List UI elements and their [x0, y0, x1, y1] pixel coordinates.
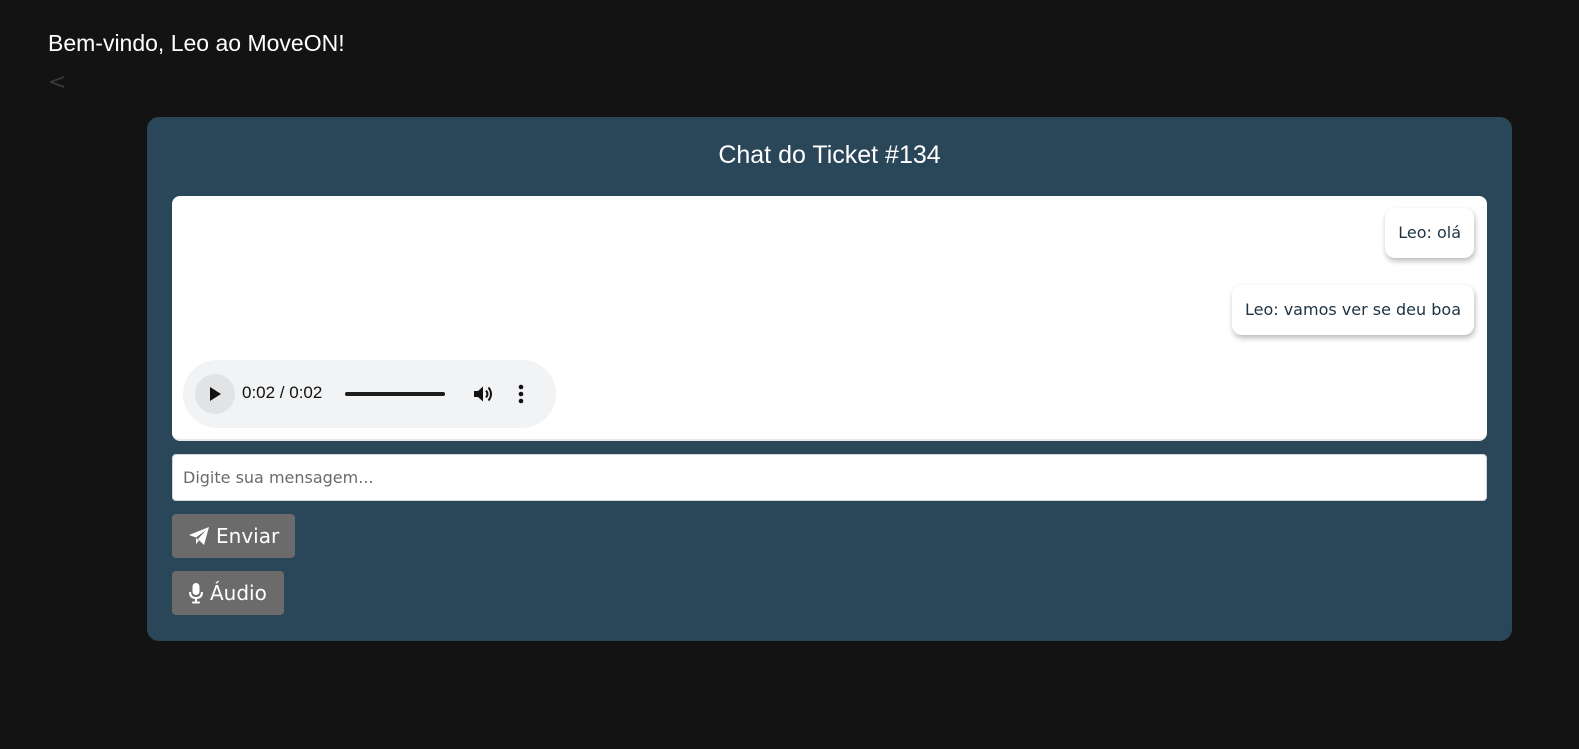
welcome-heading: Bem-vindo, Leo ao MoveON! [48, 30, 345, 56]
volume-button[interactable] [471, 382, 495, 411]
send-button-label: Enviar [216, 524, 280, 548]
record-audio-button-label: Áudio [210, 581, 267, 605]
paper-plane-icon [188, 526, 210, 546]
volume-icon [474, 386, 492, 402]
play-button[interactable] [195, 374, 235, 414]
microphone-icon [188, 582, 204, 604]
more-options-button[interactable] [515, 382, 527, 411]
message-bubble: Leo: vamos ver se deu boa [1231, 285, 1474, 335]
record-audio-button[interactable]: Áudio [172, 571, 284, 615]
message-bubble: Leo: olá [1385, 208, 1474, 258]
send-button[interactable]: Enviar [172, 514, 295, 558]
message-input[interactable] [172, 454, 1487, 501]
back-button[interactable]: < [48, 70, 66, 95]
audio-player: 0:02 / 0:02 [183, 360, 556, 428]
messages-panel[interactable]: Leo: olá Leo: vamos ver se deu boa 0:02 … [172, 196, 1487, 441]
audio-time-display: 0:02 / 0:02 [242, 383, 323, 402]
more-vert-icon [518, 384, 524, 404]
play-icon [210, 387, 221, 401]
audio-progress-fill [345, 392, 445, 396]
chat-card: Chat do Ticket #134 Leo: olá Leo: vamos … [147, 117, 1512, 641]
audio-progress-slider[interactable] [345, 392, 445, 396]
chat-title: Chat do Ticket #134 [718, 141, 941, 169]
